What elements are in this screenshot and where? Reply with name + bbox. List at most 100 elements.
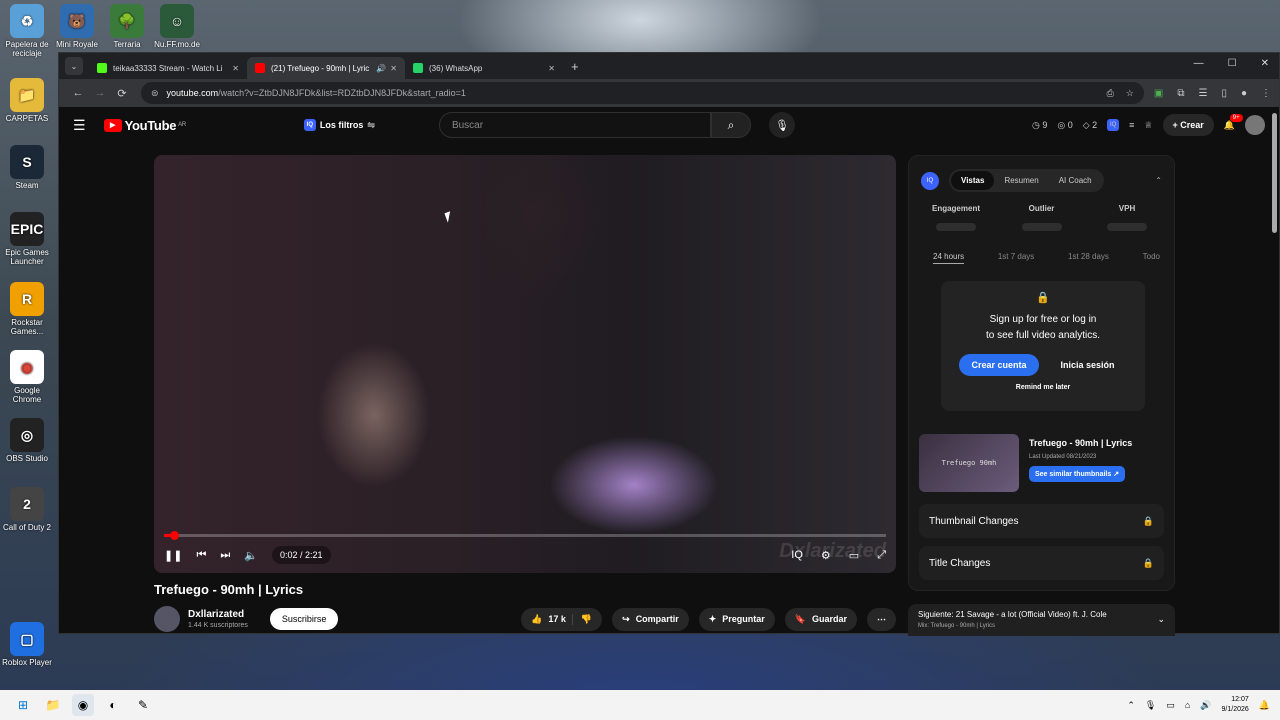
desktop-icon[interactable]: 📁 CARPETAS bbox=[2, 78, 52, 123]
audio-icon[interactable]: 🔊 bbox=[376, 64, 386, 73]
volume-icon[interactable]: 🔈 bbox=[244, 549, 258, 562]
desktop-icon[interactable]: ◉ Google Chrome bbox=[2, 350, 52, 404]
create-account-button[interactable]: Crear cuenta bbox=[959, 354, 1039, 376]
like-button[interactable]: 👍 17 k 👎 bbox=[521, 607, 603, 631]
desktop-icon[interactable]: R Rockstar Games... bbox=[2, 282, 52, 336]
chevron-down-icon[interactable]: ⌄ bbox=[1157, 614, 1165, 625]
desktop-icon[interactable]: EPIC Epic Games Launcher bbox=[2, 212, 52, 266]
tab-title: (36) WhatsApp bbox=[429, 63, 483, 73]
thumbnail-changes-row[interactable]: Thumbnail Changes 🔒 bbox=[919, 504, 1164, 538]
search-button[interactable]: ⌕ bbox=[710, 112, 751, 138]
close-tab-icon[interactable]: ✕ bbox=[548, 64, 555, 73]
up-next-bar[interactable]: Siguiente: 21 Savage - a lot (Official V… bbox=[908, 604, 1175, 636]
notifications-bell-icon[interactable]: 🔔 9+ bbox=[1224, 113, 1243, 131]
thumbnail-changes-label: Thumbnail Changes bbox=[929, 515, 1019, 527]
install-app-icon[interactable]: ⎙ bbox=[1107, 88, 1114, 99]
create-button[interactable]: + Crear bbox=[1162, 114, 1214, 136]
panel-tab[interactable]: Resumen bbox=[994, 171, 1048, 190]
range-tab[interactable]: 1st 28 days bbox=[1068, 252, 1109, 264]
progress-bar[interactable] bbox=[164, 531, 886, 540]
notepad-taskbar-icon[interactable]: ✎ bbox=[132, 694, 154, 716]
more-actions-button[interactable]: ⋯ bbox=[867, 607, 896, 631]
browser-tab[interactable]: teikaa33333 Stream - Watch Li ✕ bbox=[89, 57, 247, 79]
settings-gear-icon[interactable]: ⚙ bbox=[821, 549, 831, 562]
new-tab-button[interactable]: + bbox=[571, 59, 579, 74]
ask-button[interactable]: ✦ Preguntar bbox=[698, 607, 775, 631]
desktop-icon[interactable]: ◎ OBS Studio bbox=[2, 418, 52, 463]
forward-button[interactable]: → bbox=[89, 87, 111, 99]
maximize-button[interactable]: ☐ bbox=[1228, 58, 1237, 69]
share-button[interactable]: ↪ Compartir bbox=[612, 607, 689, 631]
guide-menu-icon[interactable]: ☰ bbox=[73, 117, 86, 134]
account-avatar[interactable] bbox=[1245, 115, 1265, 135]
bookmark-star-icon[interactable]: ☆ bbox=[1126, 88, 1134, 99]
pause-icon[interactable]: ❚❚ bbox=[164, 549, 182, 562]
address-bar[interactable]: ⊜ youtube.com/watch?v=ZtbDJN8JFDk&list=R… bbox=[141, 82, 1144, 104]
video-player[interactable]: Dxlarizated ❚❚ ⏮ ⏭ 🔈 0:02 / 2:21 IQ ⚙ ▭ … bbox=[154, 155, 896, 573]
youtube-logo[interactable]: ▶ YouTube AR bbox=[103, 118, 186, 133]
tab-search-button[interactable]: ⌄ bbox=[65, 57, 83, 75]
filters-button[interactable]: IQ Los filtros ⇋ bbox=[303, 119, 375, 131]
site-info-icon[interactable]: ⊜ bbox=[151, 88, 159, 99]
panel-tab[interactable]: Vistas bbox=[951, 171, 995, 190]
voice-search-button[interactable]: 🎙 bbox=[768, 112, 795, 138]
chrome-taskbar-icon[interactable]: ◉ bbox=[72, 694, 94, 716]
browser-tab[interactable]: (21) Trefuego - 90mh | Lyric 🔊 ✕ bbox=[247, 57, 405, 79]
fullscreen-icon[interactable]: ⤢ bbox=[877, 549, 886, 562]
range-tab[interactable]: Todo bbox=[1143, 252, 1160, 264]
remind-later-link[interactable]: Remind me later bbox=[941, 384, 1145, 391]
desktop-icon[interactable]: 2 Call of Duty 2 bbox=[2, 487, 52, 532]
extensions-puzzle-icon[interactable]: ⧉ bbox=[1177, 88, 1184, 99]
close-window-button[interactable]: ✕ bbox=[1261, 58, 1269, 69]
vidiq-toolbar-icon[interactable]: IQ bbox=[1107, 119, 1120, 131]
list-icon[interactable]: ≡ bbox=[1129, 120, 1134, 130]
app-taskbar-icon[interactable]: ◐ bbox=[102, 694, 124, 716]
collapse-chevron-icon[interactable]: ⌃ bbox=[1155, 176, 1162, 185]
close-tab-icon[interactable]: ✕ bbox=[390, 64, 397, 73]
panel-tab[interactable]: AI Coach bbox=[1049, 171, 1102, 190]
desktop-icon[interactable]: ☺ Nu.FF.mo.de bbox=[152, 4, 202, 58]
windows-start-icon[interactable]: ⊞ bbox=[12, 694, 34, 716]
similar-thumbnails-button[interactable]: See similar thumbnails ↗ bbox=[1029, 466, 1126, 482]
display-tray-icon[interactable]: ▭ bbox=[1166, 700, 1175, 711]
scrubber-handle[interactable] bbox=[170, 531, 180, 540]
range-tab[interactable]: 24 hours bbox=[933, 252, 965, 264]
volume-tray-icon[interactable]: 🔊 bbox=[1200, 700, 1211, 711]
url-host: youtube.com bbox=[166, 88, 219, 98]
thumbs-down-icon[interactable]: 👎 bbox=[571, 613, 592, 625]
login-button[interactable]: Inicia sesión bbox=[1049, 354, 1127, 376]
channel-avatar[interactable] bbox=[154, 606, 180, 632]
chrome-menu-icon[interactable]: ⋮ bbox=[1261, 88, 1271, 99]
page-scrollbar[interactable] bbox=[1272, 113, 1277, 233]
desktop-icon[interactable]: ▢ Roblox Player bbox=[2, 622, 52, 667]
close-tab-icon[interactable]: ✕ bbox=[232, 64, 239, 73]
desktop-icon[interactable]: S Steam bbox=[2, 145, 52, 190]
minimize-button[interactable]: — bbox=[1194, 58, 1204, 69]
range-tab[interactable]: 1st 7 days bbox=[998, 252, 1034, 264]
channel-name[interactable]: Dxllarizated bbox=[188, 609, 248, 620]
title-changes-row[interactable]: Title Changes 🔒 bbox=[919, 546, 1164, 580]
notification-icon[interactable]: 🔔 bbox=[1259, 700, 1270, 711]
split-view-icon[interactable]: ▯ bbox=[1221, 88, 1227, 99]
save-button[interactable]: 🔖 Guardar bbox=[784, 607, 857, 631]
file-explorer-icon[interactable]: 📁 bbox=[42, 694, 64, 716]
search-input[interactable]: Buscar bbox=[438, 112, 711, 138]
desktop-icon[interactable]: 🐻 Mini Royale bbox=[52, 4, 102, 58]
profile-icon[interactable]: ● bbox=[1241, 88, 1247, 99]
reload-button[interactable]: ⟳ bbox=[111, 87, 133, 100]
tray-chevron-icon[interactable]: ⌃ bbox=[1127, 700, 1135, 711]
extension-icon[interactable]: ▣ bbox=[1154, 88, 1163, 99]
network-icon[interactable]: ⌂ bbox=[1185, 700, 1190, 710]
subscribe-button[interactable]: Suscribirse bbox=[269, 608, 339, 630]
next-icon[interactable]: ⏭ bbox=[220, 549, 230, 562]
trophy-icon[interactable]: ♕ bbox=[1144, 120, 1152, 131]
previous-icon[interactable]: ⏮ bbox=[196, 549, 206, 562]
desktop-icon[interactable]: 🌳 Terraria bbox=[102, 4, 152, 58]
reading-list-icon[interactable]: ☰ bbox=[1198, 88, 1207, 99]
mic-tray-icon[interactable]: 🎙 bbox=[1145, 700, 1156, 711]
system-clock[interactable]: 12:07 9/1/2026 bbox=[1222, 695, 1249, 715]
theater-mode-icon[interactable]: ▭ bbox=[849, 549, 859, 562]
back-button[interactable]: ← bbox=[67, 87, 89, 99]
vidiq-player-icon[interactable]: IQ bbox=[791, 549, 803, 562]
browser-tab[interactable]: (36) WhatsApp ✕ bbox=[405, 57, 563, 79]
